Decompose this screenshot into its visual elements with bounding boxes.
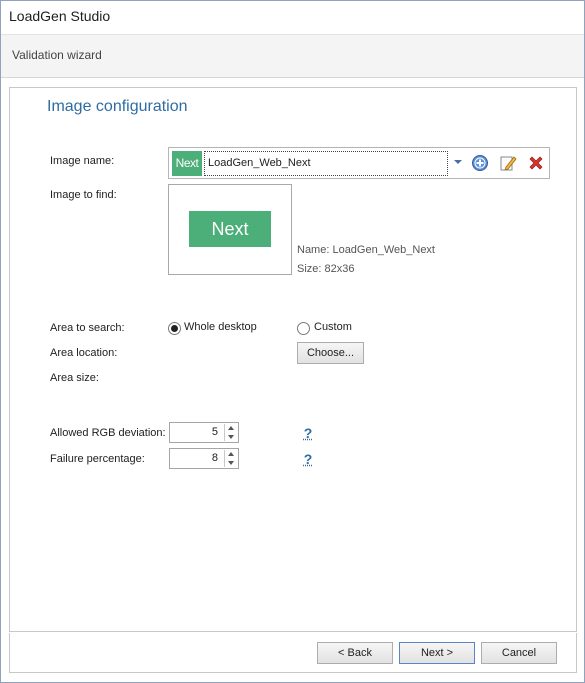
title-bar: LoadGen Studio <box>1 1 584 33</box>
wizard-footer: < Back Next > Cancel <box>9 633 577 673</box>
image-name-info: Name: LoadGen_Web_Next <box>297 244 435 256</box>
custom-label[interactable]: Custom <box>314 321 352 333</box>
delete-icon[interactable] <box>527 154 545 172</box>
image-name-label: Image name: <box>50 155 115 167</box>
wizard-window: LoadGen Studio Validation wizard Image c… <box>0 0 585 683</box>
decrement-icon[interactable] <box>225 459 237 467</box>
whole-desktop-radio[interactable] <box>168 322 181 335</box>
image-name-value[interactable]: LoadGen_Web_Next <box>204 151 448 176</box>
failure-help-icon[interactable]: ? <box>301 451 315 467</box>
edit-icon[interactable] <box>499 154 517 172</box>
back-button[interactable]: < Back <box>317 642 393 664</box>
area-location-label: Area location: <box>50 347 118 359</box>
failure-spin-buttons <box>224 450 237 467</box>
choose-button[interactable]: Choose... <box>297 342 364 364</box>
wizard-subtitle: Validation wizard <box>12 48 102 62</box>
rgb-deviation-stepper[interactable]: 5 <box>169 422 239 443</box>
image-name-combo[interactable]: Next LoadGen_Web_Next <box>168 147 550 179</box>
section-title: Image configuration <box>47 98 188 115</box>
failure-percentage-stepper[interactable]: 8 <box>169 448 239 469</box>
wizard-header: Validation wizard <box>1 34 584 78</box>
dropdown-arrow-icon[interactable] <box>453 157 463 167</box>
failure-percentage-label: Failure percentage: <box>50 453 145 465</box>
image-size-info: Size: 82x36 <box>297 263 355 275</box>
rgb-spin-buttons <box>224 424 237 441</box>
image-thumbnail: Next <box>172 151 202 176</box>
image-to-find-label: Image to find: <box>50 189 117 201</box>
window-title: LoadGen Studio <box>9 8 111 24</box>
custom-radio[interactable] <box>297 322 310 335</box>
image-preview: Next <box>168 184 292 275</box>
next-button[interactable]: Next > <box>399 642 475 664</box>
increment-icon[interactable] <box>225 424 237 432</box>
increment-icon[interactable] <box>225 450 237 458</box>
whole-desktop-label[interactable]: Whole desktop <box>184 321 257 333</box>
rgb-deviation-value[interactable]: 5 <box>212 423 218 442</box>
rgb-help-icon[interactable]: ? <box>301 425 315 441</box>
add-icon[interactable] <box>471 154 489 172</box>
cancel-button[interactable]: Cancel <box>481 642 557 664</box>
decrement-icon[interactable] <box>225 433 237 441</box>
failure-percentage-value[interactable]: 8 <box>212 449 218 468</box>
preview-next-image: Next <box>189 211 271 247</box>
area-to-search-label: Area to search: <box>50 322 125 334</box>
area-size-label: Area size: <box>50 372 99 384</box>
rgb-deviation-label: Allowed RGB deviation: <box>50 427 166 439</box>
content-panel: Image configuration Image name: Next Loa… <box>9 87 577 632</box>
